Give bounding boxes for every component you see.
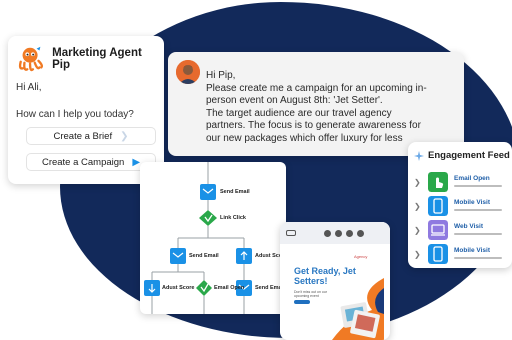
feed-item[interactable]: ❯ Mobile Visit	[414, 244, 512, 266]
workflow-node-label: Send Email	[220, 189, 250, 195]
chat-line: Please create me a campaign for an upcom…	[206, 82, 427, 94]
workflow-node-label: Adust Sco	[255, 253, 283, 259]
laptop-icon	[428, 220, 448, 240]
greeting-text: Hi Ali,	[16, 82, 42, 93]
octopus-icon	[18, 46, 44, 72]
create-campaign-button[interactable]: Create a Campaign ▶	[26, 153, 156, 171]
workflow-panel[interactable]: Send Email Link Click Send Email Adust S…	[140, 162, 286, 314]
workflow-node-label: Adust Score	[162, 285, 195, 291]
agent-header: Marketing Agent Pip	[16, 44, 156, 74]
feed-header: Engagement Feed	[414, 150, 510, 161]
feed-item-label: Email Open	[454, 175, 490, 182]
email-canvas: Agency Get Ready, Jet Setters! Don't mis…	[288, 248, 384, 340]
feed-item-bar	[454, 257, 502, 259]
mobile-icon	[428, 244, 448, 264]
feed-item-label: Mobile Visit	[454, 247, 490, 254]
chevron-right-icon: ❯	[414, 202, 421, 211]
email-node-icon	[200, 184, 216, 200]
email-open-node-icon	[196, 280, 212, 296]
engagement-feed: Engagement Feed ❯ Email Open ❯ Mobile Vi…	[408, 142, 512, 268]
feed-item-label: Mobile Visit	[454, 199, 490, 206]
email-cta-button[interactable]	[294, 300, 310, 304]
chat-text: Hi Pip, Please create me a campaign for …	[206, 70, 458, 145]
link-click-node-icon	[199, 210, 217, 226]
agent-name: Marketing Agent Pip	[52, 47, 142, 71]
workflow-connectors	[144, 162, 252, 314]
feed-item[interactable]: ❯ Mobile Visit	[414, 196, 512, 218]
feed-item-label: Web Visit	[454, 223, 484, 230]
chat-line: person event on August 8th: 'Jet Setter'…	[206, 95, 383, 106]
create-campaign-label: Create a Campaign	[41, 156, 125, 168]
chevron-right-icon: ❯	[414, 226, 421, 235]
toolbar-dot-icon[interactable]	[357, 229, 364, 237]
create-brief-label: Create a Brief	[53, 130, 113, 142]
chat-message: Hi Pip, Please create me a campaign for …	[168, 52, 464, 156]
feed-item[interactable]: ❯ Email Open	[414, 172, 512, 194]
play-icon[interactable]	[346, 229, 353, 237]
sparkle-icon	[414, 150, 424, 161]
chat-line: partners. The focus is to generate aware…	[206, 120, 421, 131]
email-node-icon	[170, 248, 186, 264]
chevron-right-icon: ❯	[414, 250, 421, 259]
toolbar-dot-icon[interactable]	[335, 229, 342, 237]
feed-item[interactable]: ❯ Web Visit	[414, 220, 512, 242]
feed-item-bar	[454, 185, 502, 187]
email-logo: Agency	[354, 254, 368, 259]
user-avatar-icon	[176, 60, 200, 84]
avatar	[176, 60, 200, 84]
preview-toolbar	[280, 222, 390, 244]
email-subtext: Don't miss out on our upcoming event	[294, 290, 327, 298]
workflow-node-label: Link Click	[220, 215, 246, 221]
mobile-icon	[428, 196, 448, 216]
chat-line: The target audience are our travel agenc…	[206, 107, 392, 119]
workflow-node-label: Email Open	[214, 285, 245, 291]
toolbar-dot-icon[interactable]	[324, 229, 331, 237]
feed-item-bar	[454, 233, 502, 235]
chat-line: Hi Pip,	[206, 70, 236, 81]
chevron-right-icon: ❯	[120, 130, 129, 142]
feed-item-bar	[454, 209, 502, 211]
help-prompt: How can I help you today?	[16, 109, 134, 120]
create-brief-button[interactable]: Create a Brief ❯	[26, 127, 156, 145]
workflow-node-label: Send Email	[189, 253, 219, 259]
email-headline: Get Ready, Jet Setters!	[294, 266, 356, 286]
email-preview-panel[interactable]: Agency Get Ready, Jet Setters! Don't mis…	[280, 222, 390, 340]
workflow-node-label: Send Ema	[255, 285, 282, 291]
chevron-right-icon: ❯	[414, 178, 421, 187]
click-hand-icon	[428, 172, 448, 192]
play-arrow-icon: ▶	[132, 156, 141, 168]
device-icon[interactable]	[286, 230, 296, 236]
